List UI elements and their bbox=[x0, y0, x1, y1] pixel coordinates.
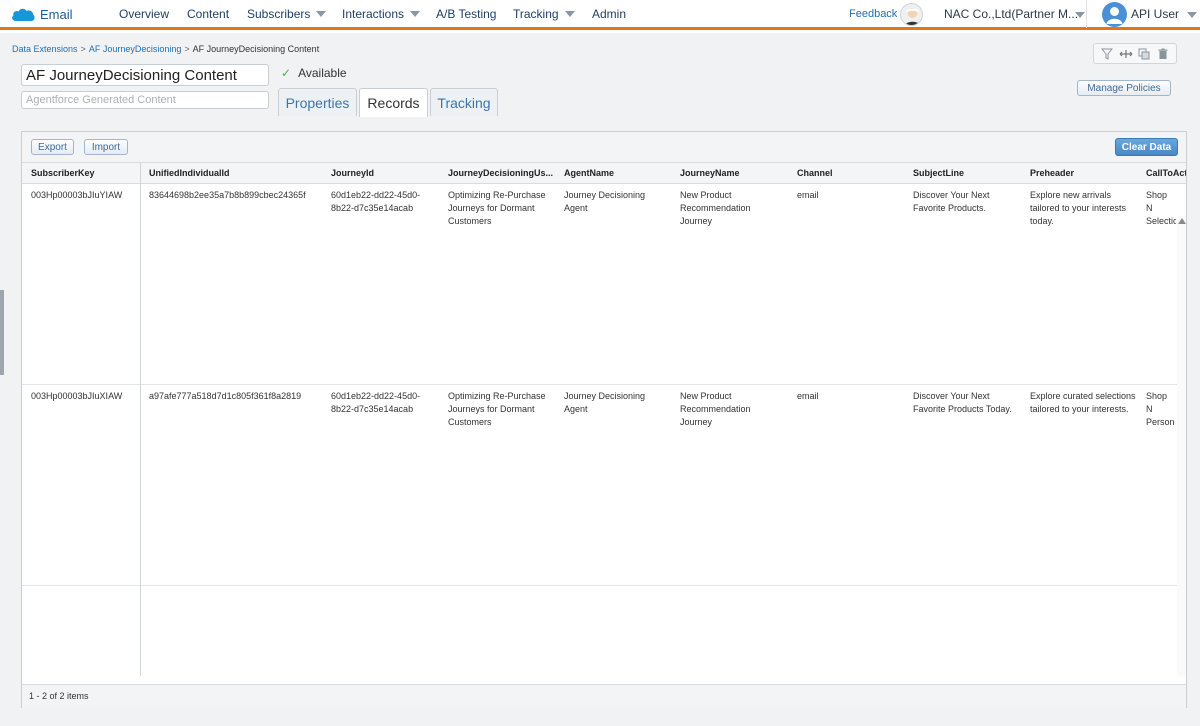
trash-icon[interactable] bbox=[1156, 47, 1170, 61]
cell-subscriber-key: 003Hp00003bJIuYIAW bbox=[31, 190, 123, 200]
cell-subject-line: Discover Your Next Favorite Products Tod… bbox=[913, 391, 1012, 414]
cell-journey-id: 60d1eb22-dd22-45d0-8b22-d7c35e14acab bbox=[331, 391, 421, 414]
cell-channel: email bbox=[797, 190, 819, 200]
breadcrumb: Data Extensions > AF JourneyDecisioning > AF… bbox=[12, 44, 319, 54]
nav-tracking[interactable]: Tracking bbox=[513, 7, 575, 21]
header-toolbar bbox=[1093, 43, 1177, 64]
cell-preheader: Explore new arrivals tailored to your in… bbox=[1030, 190, 1127, 226]
column-header[interactable]: JourneyId bbox=[331, 168, 436, 178]
clear-data-button[interactable]: Clear Data bbox=[1115, 138, 1178, 156]
nav-ab-testing[interactable]: A/B Testing bbox=[436, 7, 496, 21]
copy-icon[interactable] bbox=[1137, 47, 1151, 61]
column-header[interactable]: JourneyDecisioningUs... bbox=[448, 168, 556, 178]
import-button[interactable]: Import bbox=[84, 139, 128, 155]
export-button[interactable]: Export bbox=[31, 139, 74, 155]
tab-tracking[interactable]: Tracking bbox=[430, 88, 498, 116]
cell-subject-line: Discover Your Next Favorite Products. bbox=[913, 190, 990, 213]
cell-unified-individual-id: 83644698b2ee35a7b8b899cbec24365f bbox=[149, 190, 306, 200]
chevron-down-icon[interactable] bbox=[1075, 12, 1085, 18]
column-header[interactable]: Preheader bbox=[1030, 168, 1135, 178]
data-extension-name-field[interactable]: AF JourneyDecisioning Content bbox=[21, 64, 269, 86]
nav-content[interactable]: Content bbox=[187, 7, 229, 21]
org-avatar[interactable] bbox=[900, 3, 923, 26]
frozen-column-divider bbox=[140, 163, 141, 676]
vertical-scrollbar[interactable] bbox=[1177, 216, 1186, 676]
nav-label: Tracking bbox=[513, 7, 559, 21]
chevron-down-icon bbox=[410, 11, 421, 17]
nav-label: A/B Testing bbox=[436, 7, 497, 21]
cell-preheader: Explore curated selections tailored to y… bbox=[1030, 391, 1136, 414]
breadcrumb-af-journey-decisioning[interactable]: AF JourneyDecisioning bbox=[89, 44, 182, 54]
tab-records[interactable]: Records bbox=[359, 88, 428, 117]
org-name[interactable]: NAC Co.,Ltd(Partner M... bbox=[944, 7, 1078, 21]
columns-icon[interactable] bbox=[1119, 47, 1133, 61]
column-header[interactable]: JourneyName bbox=[680, 168, 785, 178]
salesforce-cloud-icon bbox=[10, 6, 36, 23]
status-indicator: ✓ Available bbox=[281, 66, 347, 80]
cell-journey-name: New Product Recommendation Journey bbox=[680, 391, 751, 427]
grid-footer: 1 - 2 of 2 items bbox=[22, 684, 1186, 708]
tab-properties[interactable]: Properties bbox=[278, 88, 357, 116]
nav-label: Admin bbox=[592, 7, 627, 21]
checkmark-icon: ✓ bbox=[281, 66, 292, 80]
status-text: Available bbox=[298, 66, 347, 80]
nav-label: Interactions bbox=[342, 7, 405, 21]
cell-subscriber-key: 003Hp00003bJIuXIAW bbox=[31, 391, 123, 401]
breadcrumb-separator: > bbox=[80, 44, 86, 54]
brand-name: Email bbox=[40, 7, 73, 22]
column-header[interactable]: SubjectLine bbox=[913, 168, 1018, 178]
description-field[interactable] bbox=[21, 91, 269, 109]
chevron-down-icon bbox=[564, 11, 575, 17]
records-toolbar: Export Import Clear Data bbox=[22, 132, 1186, 163]
column-header[interactable]: SubscriberKey bbox=[31, 168, 136, 178]
cell-agent-name: Journey Decisioning Agent bbox=[564, 391, 646, 414]
user-avatar[interactable] bbox=[1102, 2, 1127, 27]
nav-subscribers[interactable]: Subscribers bbox=[247, 7, 327, 21]
breadcrumb-current: AF JourneyDecisioning Content bbox=[192, 44, 320, 54]
table-row[interactable]: 003Hp00003bJIuXIAW a97afe777a518d7d1c805… bbox=[22, 385, 1186, 586]
column-header[interactable]: CallToAct bbox=[1146, 168, 1186, 178]
records-grid: SubscriberKey UnifiedIndividualId Journe… bbox=[22, 163, 1186, 676]
pagination-count: 1 - 2 of 2 items bbox=[29, 691, 89, 701]
column-header[interactable]: Channel bbox=[797, 168, 902, 178]
feedback-link[interactable]: Feedback bbox=[849, 8, 897, 20]
cell-journey-decisioning-use-case: Optimizing Re-Purchase Journeys for Dorm… bbox=[448, 391, 546, 427]
chevron-down-icon bbox=[316, 11, 327, 17]
cell-journey-name: New Product Recommendation Journey bbox=[680, 190, 751, 226]
breadcrumb-data-extensions[interactable]: Data Extensions bbox=[12, 44, 78, 54]
filter-icon[interactable] bbox=[1100, 47, 1114, 61]
nav-admin[interactable]: Admin bbox=[592, 7, 626, 21]
user-name[interactable]: API User bbox=[1131, 7, 1179, 21]
scroll-up-icon[interactable] bbox=[1178, 218, 1186, 224]
nav-label: Content bbox=[187, 7, 230, 21]
nav-interactions[interactable]: Interactions bbox=[342, 7, 421, 21]
breadcrumb-separator: > bbox=[184, 44, 190, 54]
nav-label: Overview bbox=[119, 7, 170, 21]
cell-journey-decisioning-use-case: Optimizing Re-Purchase Journeys for Dorm… bbox=[448, 190, 546, 226]
manage-policies-button[interactable]: Manage Policies bbox=[1077, 80, 1171, 96]
column-header[interactable]: AgentName bbox=[564, 168, 669, 178]
table-row[interactable]: 003Hp00003bJIuYIAW 83644698b2ee35a7b8b89… bbox=[22, 184, 1186, 385]
column-header[interactable]: UnifiedIndividualId bbox=[149, 168, 319, 178]
tab-label: Records bbox=[367, 95, 420, 111]
cell-call-to-action: Shop N Person bbox=[1146, 391, 1175, 427]
top-nav: Email Overview Content Subscribers Inter… bbox=[0, 0, 1200, 30]
cell-channel: email bbox=[797, 391, 819, 401]
cell-call-to-action: Shop N Selectio bbox=[1146, 190, 1176, 226]
nav-divider bbox=[1086, 0, 1087, 28]
brand[interactable]: Email bbox=[10, 6, 73, 23]
grid-header: SubscriberKey UnifiedIndividualId Journe… bbox=[22, 163, 1186, 184]
tab-label: Tracking bbox=[437, 94, 491, 111]
cell-unified-individual-id: a97afe777a518d7d1c805f361f8a2819 bbox=[149, 391, 302, 401]
nav-label: Subscribers bbox=[247, 7, 311, 21]
cell-agent-name: Journey Decisioning Agent bbox=[564, 190, 646, 213]
records-panel: Export Import Clear Data SubscriberKey U… bbox=[21, 131, 1187, 708]
nav-overview[interactable]: Overview bbox=[119, 7, 169, 21]
chevron-down-icon[interactable] bbox=[1187, 12, 1197, 18]
sidebar-handle[interactable] bbox=[0, 290, 4, 375]
tab-label: Properties bbox=[285, 94, 350, 111]
cell-journey-id: 60d1eb22-dd22-45d0-8b22-d7c35e14acab bbox=[331, 190, 421, 213]
